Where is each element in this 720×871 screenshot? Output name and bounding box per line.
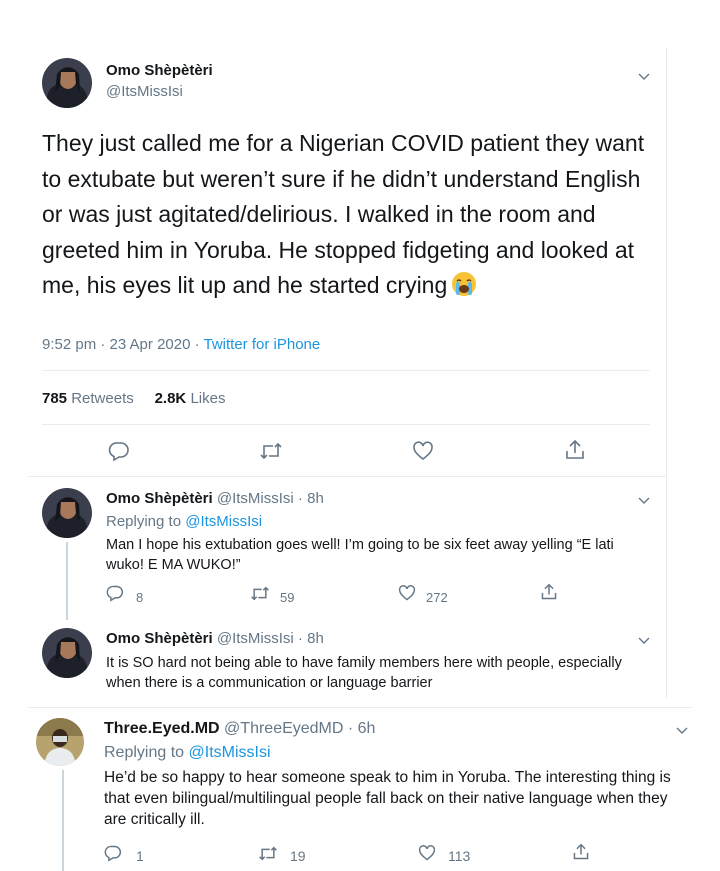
reply-icon: [104, 845, 122, 862]
tweet-stats: 785 Retweets 2.8K Likes: [42, 390, 225, 407]
retweet-button[interactable]: [258, 845, 278, 862]
thread-line: [62, 770, 64, 871]
author-handle[interactable]: @ItsMissIsi: [106, 83, 213, 100]
avatar[interactable]: [42, 628, 92, 678]
author-name[interactable]: Omo Shèpètèri: [106, 490, 213, 507]
retweet-icon: [259, 846, 277, 861]
reply-icon: [108, 442, 129, 462]
author-handle[interactable]: @ItsMissIsi: [217, 630, 294, 647]
reply-button[interactable]: [104, 844, 122, 862]
replying-mention[interactable]: @ItsMissIsi: [185, 513, 262, 530]
reply-icon: [106, 585, 124, 602]
share-button[interactable]: [540, 583, 558, 601]
retweet-count: 19: [290, 848, 306, 864]
share-icon: [566, 439, 584, 459]
like-button[interactable]: [418, 844, 436, 862]
reply-header: Omo Shèpètèri @ItsMissIsi · 8h: [106, 630, 324, 647]
heart-icon: [413, 441, 433, 461]
timestamp[interactable]: 9:52 pm · 23 Apr 2020 ·: [42, 336, 204, 353]
reply-tweet: Omo Shèpètèri @ItsMissIsi · 8h It is SO …: [28, 618, 666, 698]
author-name[interactable]: Three.Eyed.MD: [104, 720, 220, 737]
reply-text: It is SO hard not being able to have fam…: [106, 655, 622, 691]
tweet-text: They just called me for a Nigerian COVID…: [42, 126, 662, 304]
divider: [28, 476, 666, 477]
retweets-label: Retweets: [71, 390, 134, 407]
crying-face-icon: [451, 271, 477, 297]
retweet-button[interactable]: [259, 441, 283, 461]
share-button[interactable]: [564, 439, 586, 461]
avatar[interactable]: [42, 58, 92, 108]
reply-button[interactable]: [108, 440, 130, 462]
heart-icon: [418, 845, 436, 861]
tweet-body: They just called me for a Nigerian COVID…: [42, 130, 645, 298]
reply-header: Three.Eyed.MD @ThreeEyedMD · 6h: [104, 720, 375, 738]
replying-prefix: Replying to: [104, 744, 189, 761]
retweets-count: 785: [42, 390, 68, 407]
like-count: 272: [426, 590, 448, 605]
retweet-count: 59: [280, 590, 295, 605]
like-button[interactable]: [398, 584, 416, 602]
avatar[interactable]: [36, 718, 84, 766]
replying-prefix: Replying to: [106, 513, 186, 530]
main-tweet: Omo Shèpètèri @ItsMissIsi They just call…: [28, 48, 666, 488]
divider: [42, 424, 650, 425]
author-handle[interactable]: @ThreeEyedMD: [224, 720, 343, 737]
reply-text: Man I hope his extubation goes well! I’m…: [106, 537, 614, 573]
chevron-down-icon[interactable]: [638, 492, 650, 504]
retweet-button[interactable]: [250, 585, 270, 602]
reply-time[interactable]: · 6h: [343, 720, 376, 737]
tweet-source[interactable]: Twitter for iPhone: [204, 336, 321, 353]
share-icon: [573, 843, 589, 860]
likes-stat[interactable]: 2.8K Likes: [155, 390, 226, 407]
retweet-icon: [260, 442, 282, 460]
tweet-card-border: [666, 48, 667, 698]
reply-time[interactable]: · 8h: [294, 490, 324, 507]
tweet-timestamp: 9:52 pm · 23 Apr 2020 · Twitter for iPho…: [42, 336, 320, 353]
share-icon: [541, 583, 557, 600]
reply-count: 1: [136, 848, 144, 864]
author-name[interactable]: Omo Shèpètèri: [106, 62, 213, 79]
likes-label: Likes: [190, 390, 226, 407]
chevron-down-icon[interactable]: [638, 632, 650, 644]
chevron-down-icon[interactable]: [638, 68, 650, 80]
reply-time[interactable]: · 8h: [294, 630, 324, 647]
chevron-down-icon[interactable]: [676, 722, 688, 734]
reply-tweet: Omo Shèpètèri @ItsMissIsi · 8h Replying …: [28, 478, 666, 620]
like-button[interactable]: [412, 440, 434, 462]
reply-count: 8: [136, 590, 144, 605]
like-count: 113: [448, 848, 471, 864]
author-handle[interactable]: @ItsMissIsi: [217, 490, 294, 507]
replying-mention[interactable]: @ItsMissIsi: [189, 744, 271, 761]
share-button[interactable]: [572, 843, 590, 861]
thread-line: [66, 542, 68, 620]
reply-button[interactable]: [106, 584, 124, 602]
likes-count: 2.8K: [154, 390, 187, 407]
retweets-stat[interactable]: 785 Retweets: [42, 390, 134, 407]
heart-icon: [398, 585, 416, 601]
author-name[interactable]: Omo Shèpètèri: [106, 630, 213, 647]
main-tweet-header: Omo Shèpètèri @ItsMissIsi: [106, 62, 213, 100]
reply-tweet: Three.Eyed.MD @ThreeEyedMD · 6h Replying…: [22, 708, 698, 871]
divider: [42, 370, 650, 371]
avatar[interactable]: [42, 488, 92, 538]
replying-to: Replying to @ItsMissIsi: [104, 744, 271, 762]
reply-text: He’d be so happy to hear someone speak t…: [104, 769, 671, 828]
retweet-icon: [251, 586, 269, 601]
reply-header: Omo Shèpètèri @ItsMissIsi · 8h: [106, 490, 324, 507]
replying-to: Replying to @ItsMissIsi: [106, 513, 262, 530]
